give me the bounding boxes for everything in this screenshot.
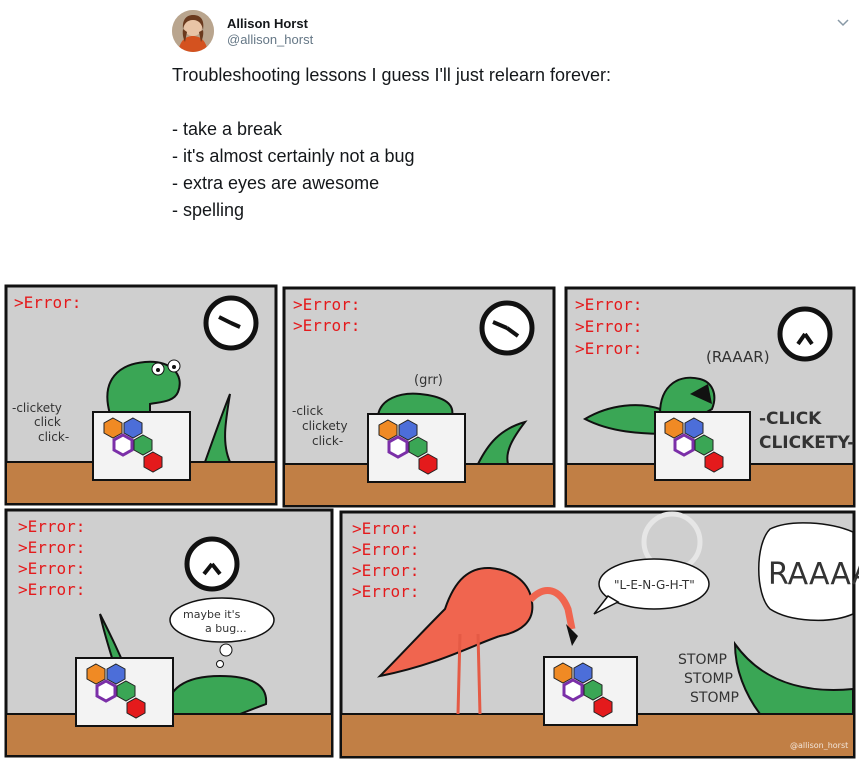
- comic-image[interactable]: >Error: -clickety click click- >Error: >…: [0, 284, 859, 760]
- svg-text:-CLICK: -CLICK: [759, 409, 822, 429]
- svg-text:STOMP: STOMP: [684, 671, 733, 687]
- tweet-header: Allison Horst @allison_horst: [172, 6, 849, 54]
- comic-panel-5: >Error: >Error: >Error: >Error: "L-E-N-G…: [339, 510, 859, 759]
- error-line: >Error:: [293, 295, 360, 314]
- avatar[interactable]: [172, 10, 214, 52]
- tweet-line: - it's almost certainly not a bug: [172, 146, 415, 166]
- comic-panel-2: >Error: >Error: (grr) -click clickety cl…: [282, 286, 556, 508]
- error-line: >Error:: [352, 582, 419, 601]
- author-name[interactable]: Allison Horst: [227, 16, 308, 31]
- error-line: >Error:: [293, 316, 360, 335]
- chevron-down-icon[interactable]: [836, 16, 850, 30]
- credit-text: @allison_horst: [790, 741, 848, 750]
- clock-icon: [203, 295, 259, 351]
- svg-text:click-: click-: [38, 430, 69, 444]
- clock-icon: [777, 306, 833, 362]
- error-line: >Error:: [575, 317, 642, 336]
- error-line: >Error:: [352, 519, 419, 538]
- roar-text: (RAAAR): [706, 348, 770, 366]
- author-handle[interactable]: @allison_horst: [227, 32, 313, 47]
- error-line: >Error:: [18, 538, 85, 557]
- svg-text:RAAAA: RAAAA: [768, 557, 859, 592]
- error-line: >Error:: [352, 561, 419, 580]
- comic-panel-1: >Error: -clickety click click-: [4, 284, 278, 506]
- svg-text:-click: -click: [292, 404, 323, 418]
- tweet-line: - extra eyes are awesome: [172, 173, 380, 193]
- clock-icon: [479, 300, 535, 356]
- error-line: >Error:: [18, 517, 85, 536]
- svg-text:click: click: [34, 415, 61, 429]
- comic-panel-3: >Error: >Error: >Error: (RAAAR) -CLICK C…: [564, 286, 856, 508]
- svg-text:"L-E-N-G-H-T": "L-E-N-G-H-T": [614, 578, 695, 592]
- clock-icon: [184, 536, 240, 592]
- svg-text:-clickety: -clickety: [12, 401, 62, 415]
- comic-panel-4: >Error: >Error: >Error: >Error: maybe it…: [4, 508, 334, 758]
- tweet-line: - spelling: [172, 200, 245, 220]
- tweet-text: Troubleshooting lessons I guess I'll jus…: [172, 62, 772, 224]
- svg-text:maybe it's: maybe it's: [183, 608, 241, 621]
- svg-text:clickety: clickety: [302, 419, 348, 433]
- tweet-line: Troubleshooting lessons I guess I'll jus…: [172, 65, 611, 85]
- error-line: >Error:: [352, 540, 419, 559]
- error-line: >Error:: [575, 295, 642, 314]
- tweet-line: - take a break: [172, 119, 283, 139]
- svg-text:STOMP: STOMP: [690, 690, 739, 706]
- growl-text: (grr): [414, 373, 443, 388]
- error-line: >Error:: [18, 559, 85, 578]
- svg-text:a bug...: a bug...: [205, 622, 247, 635]
- svg-text:STOMP: STOMP: [678, 652, 727, 668]
- error-line: >Error:: [18, 580, 85, 599]
- error-line: >Error:: [14, 293, 81, 312]
- svg-text:CLICKETY-: CLICKETY-: [759, 433, 854, 453]
- error-line: >Error:: [575, 339, 642, 358]
- roar-bubble: RAAAA: [758, 522, 859, 622]
- svg-text:click-: click-: [312, 434, 343, 448]
